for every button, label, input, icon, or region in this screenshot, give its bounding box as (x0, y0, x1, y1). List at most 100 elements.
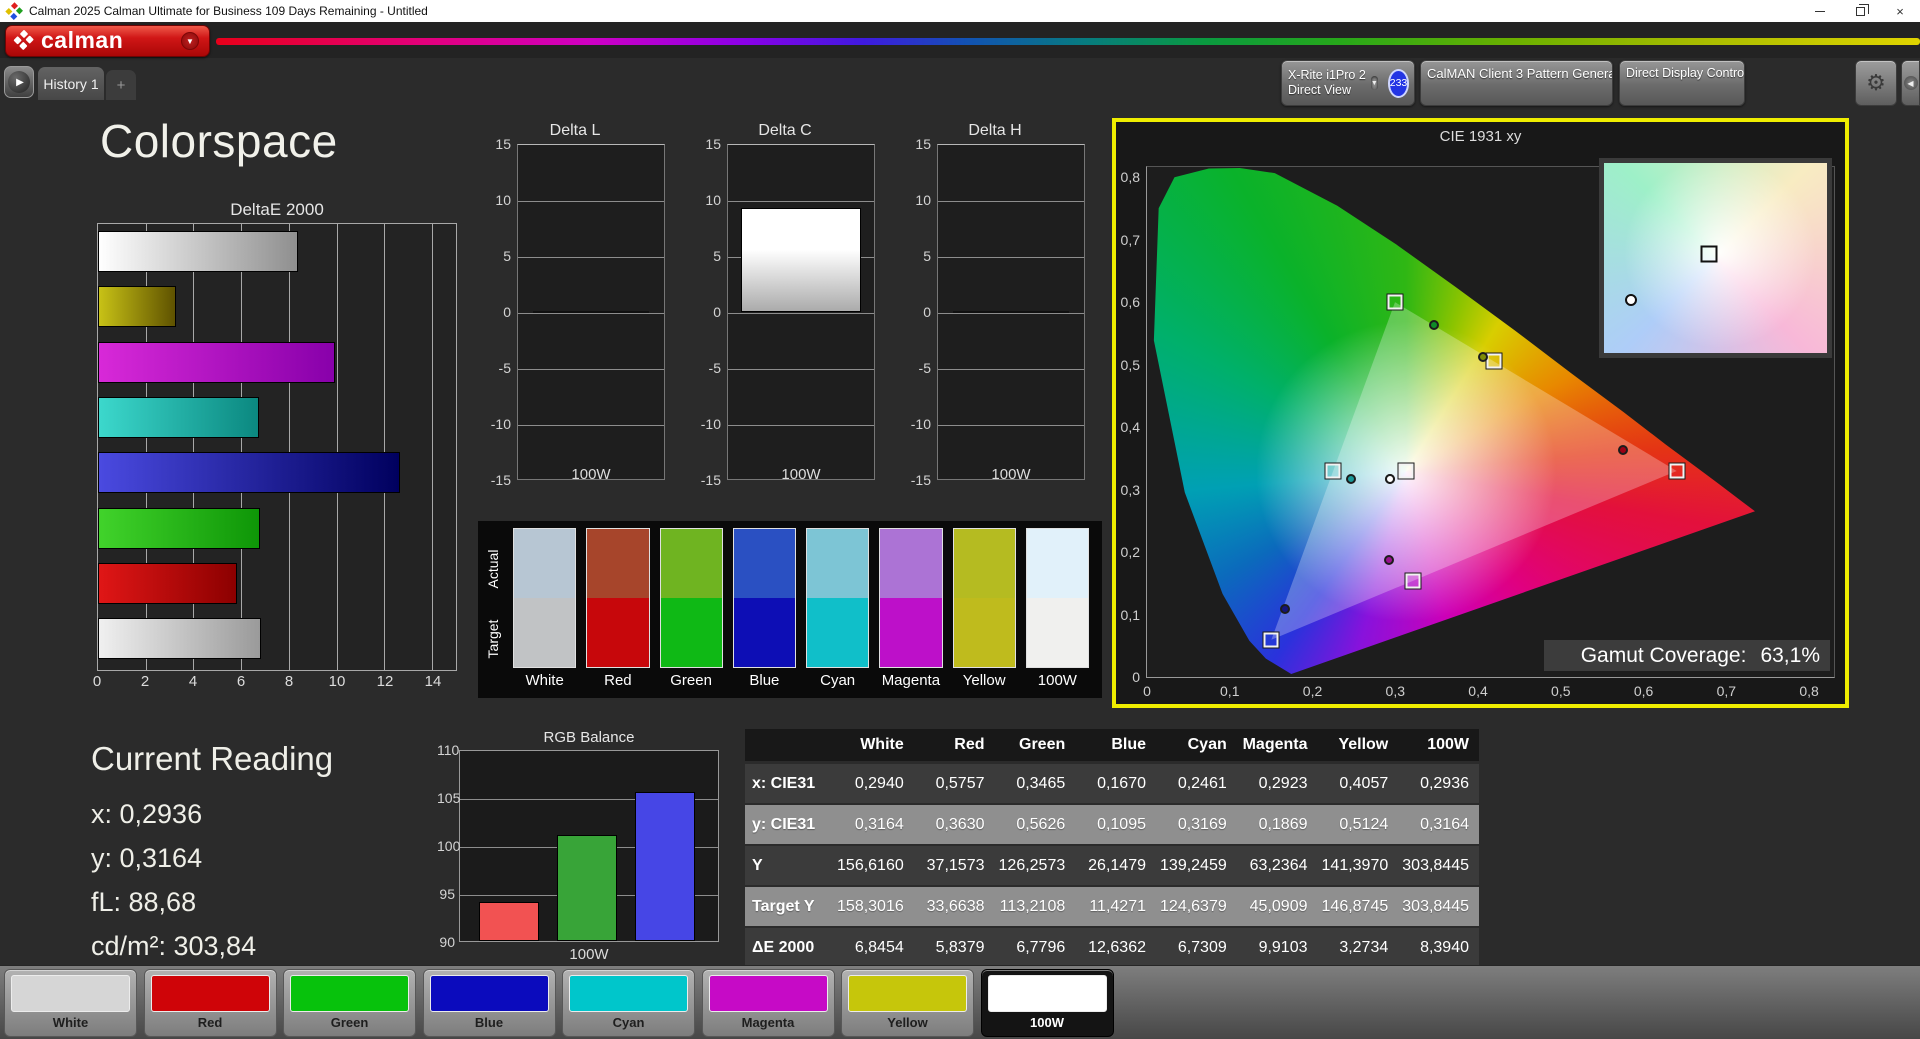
delta_h-gridline (938, 369, 1084, 370)
delta_l-ytick: -5 (499, 360, 511, 376)
delta_c-gridline (728, 201, 874, 202)
delta_h-ytick: -5 (919, 360, 931, 376)
table-cell: 37,1573 (914, 857, 995, 875)
display-control-dropdown[interactable]: Direct Display Control ▼ (1619, 60, 1745, 106)
swatch-actual (806, 528, 869, 598)
cie-y-tick: 0,4 (1121, 419, 1140, 435)
swatch-actual (513, 528, 576, 598)
cie-target-marker-red (1669, 463, 1684, 478)
rainbow-strip (216, 38, 1920, 45)
cie-y-tick: 0,1 (1121, 607, 1140, 623)
delta_h-ytick: 0 (923, 304, 931, 320)
gear-icon: ⚙ (1866, 70, 1886, 96)
pattern-card-magenta[interactable]: Magenta (702, 969, 835, 1037)
deltae-bar-blue (98, 452, 400, 493)
pattern-card-cyan[interactable]: Cyan (562, 969, 695, 1037)
table-cell: 139,2459 (1156, 857, 1237, 875)
deltae-gridline (384, 224, 385, 670)
collapse-panel-button[interactable]: ◀ (1901, 60, 1920, 106)
delta_l-zero-bar (533, 311, 650, 313)
delta-c-title: Delta C (694, 122, 876, 140)
deltae-bar-white (98, 618, 261, 659)
actual-row-label: Actual (485, 534, 501, 604)
swatch-column-white: White (513, 528, 576, 696)
meter-dropdown[interactable]: X-Rite i1Pro 2 Direct View ▼ 233 (1281, 60, 1415, 106)
settings-button[interactable]: ⚙ (1855, 60, 1897, 106)
deltae-x-axis: 02468101214 (97, 673, 457, 697)
pattern-label: 100W (982, 1015, 1113, 1030)
table-cell: 0,2936 (1398, 775, 1479, 793)
cie-measured-marker-yellow (1478, 352, 1488, 362)
deltae-axis-tick: 10 (329, 673, 346, 690)
deltae-bar-100w (98, 231, 298, 272)
delta_c-ytick: 5 (713, 248, 721, 264)
app-icon (5, 2, 23, 20)
deltae-bar-red (98, 563, 237, 604)
deltae-gridline (241, 224, 242, 670)
pattern-swatch (569, 975, 688, 1012)
table-column-header: 100W (1398, 736, 1479, 754)
cie-target-marker-magenta (1405, 573, 1420, 588)
rgb-ytick: 110 (437, 742, 455, 758)
table-cell: 6,8454 (833, 939, 914, 957)
delta_c-gridline (728, 369, 874, 370)
pattern-generator-dropdown[interactable]: CalMAN Client 3 Pattern Generator ▼ (1420, 60, 1613, 106)
cie-x-tick: 0,2 (1303, 683, 1322, 699)
deltae-axis-tick: 2 (141, 673, 149, 690)
delta-l-title: Delta L (484, 122, 666, 140)
current-reading-title: Current Reading (91, 740, 333, 778)
minimize-icon[interactable] (1800, 0, 1840, 22)
rgb-balance-title: RGB Balance (459, 729, 719, 746)
delta_h-gridline (938, 257, 1084, 258)
deltae-axis-tick: 8 (285, 673, 293, 690)
cie-y-tick: 0,5 (1121, 357, 1140, 373)
pattern-card-100w[interactable]: 100W (981, 969, 1114, 1037)
pattern-card-yellow[interactable]: Yellow (841, 969, 974, 1037)
cie-target-marker-blue (1264, 632, 1279, 647)
cie-x-tick: 0,1 (1220, 683, 1239, 699)
pattern-card-red[interactable]: Red (144, 969, 277, 1037)
table-cell: 303,8445 (1398, 857, 1479, 875)
add-tab-button[interactable]: + (106, 70, 136, 100)
table-cell: 6,7796 (995, 939, 1076, 957)
pattern-card-blue[interactable]: Blue (423, 969, 556, 1037)
pattern-card-white[interactable]: White (4, 969, 137, 1037)
delta_h-ytick: 10 (915, 192, 931, 208)
cie-y-tick: 0,2 (1121, 544, 1140, 560)
table-row-label: Target Y (745, 898, 833, 916)
meter-name: X-Rite i1Pro 2 (1288, 68, 1366, 83)
table-cell: 26,1479 (1075, 857, 1156, 875)
deltae-bar-cyan (98, 397, 259, 438)
rgb-ytick: 100 (437, 838, 455, 854)
cie-y-tick: 0,8 (1121, 169, 1140, 185)
swatch-column-red: Red (586, 528, 649, 696)
table-row-label: x: CIE31 (745, 775, 833, 793)
deltae-axis-tick: 0 (93, 673, 101, 690)
deltae-gridline (289, 224, 290, 670)
meter-count-badge[interactable]: 233 (1388, 69, 1410, 98)
swatch-actual (953, 528, 1016, 598)
meter-mode: Direct View (1288, 83, 1366, 98)
close-icon[interactable]: × (1880, 0, 1920, 22)
cie-measured-marker-blue (1280, 604, 1290, 614)
cie-target-marker-yellow (1486, 354, 1501, 369)
table-cell: 12,6362 (1075, 939, 1156, 957)
swatch-column-green: Green (660, 528, 723, 696)
table-row-label: y: CIE31 (745, 816, 833, 834)
cie-measured-marker-magenta (1384, 555, 1394, 565)
delta-h-chart: Delta H 151050-5-10-15 100W (904, 122, 1086, 480)
restore-icon[interactable] (1840, 0, 1880, 22)
tab-scroll-button[interactable]: ▶ (4, 66, 34, 98)
cie-x-tick: 0,7 (1717, 683, 1736, 699)
rgb-bar-blue (635, 792, 695, 941)
display-control-label: Direct Display Control (1626, 61, 1745, 105)
rgb-balance-chart: RGB Balance 1101051009590 100W (437, 729, 737, 749)
calman-menu-button[interactable]: calman ▼ (5, 25, 210, 57)
pattern-swatch (988, 975, 1107, 1012)
table-cell: 0,3465 (995, 775, 1076, 793)
gamut-coverage-value: 63,1% (1760, 644, 1820, 668)
tab-history-1[interactable]: History 1 (38, 67, 104, 100)
deltae-axis-tick: 12 (377, 673, 394, 690)
table-cell: 0,3164 (833, 816, 914, 834)
pattern-card-green[interactable]: Green (283, 969, 416, 1037)
